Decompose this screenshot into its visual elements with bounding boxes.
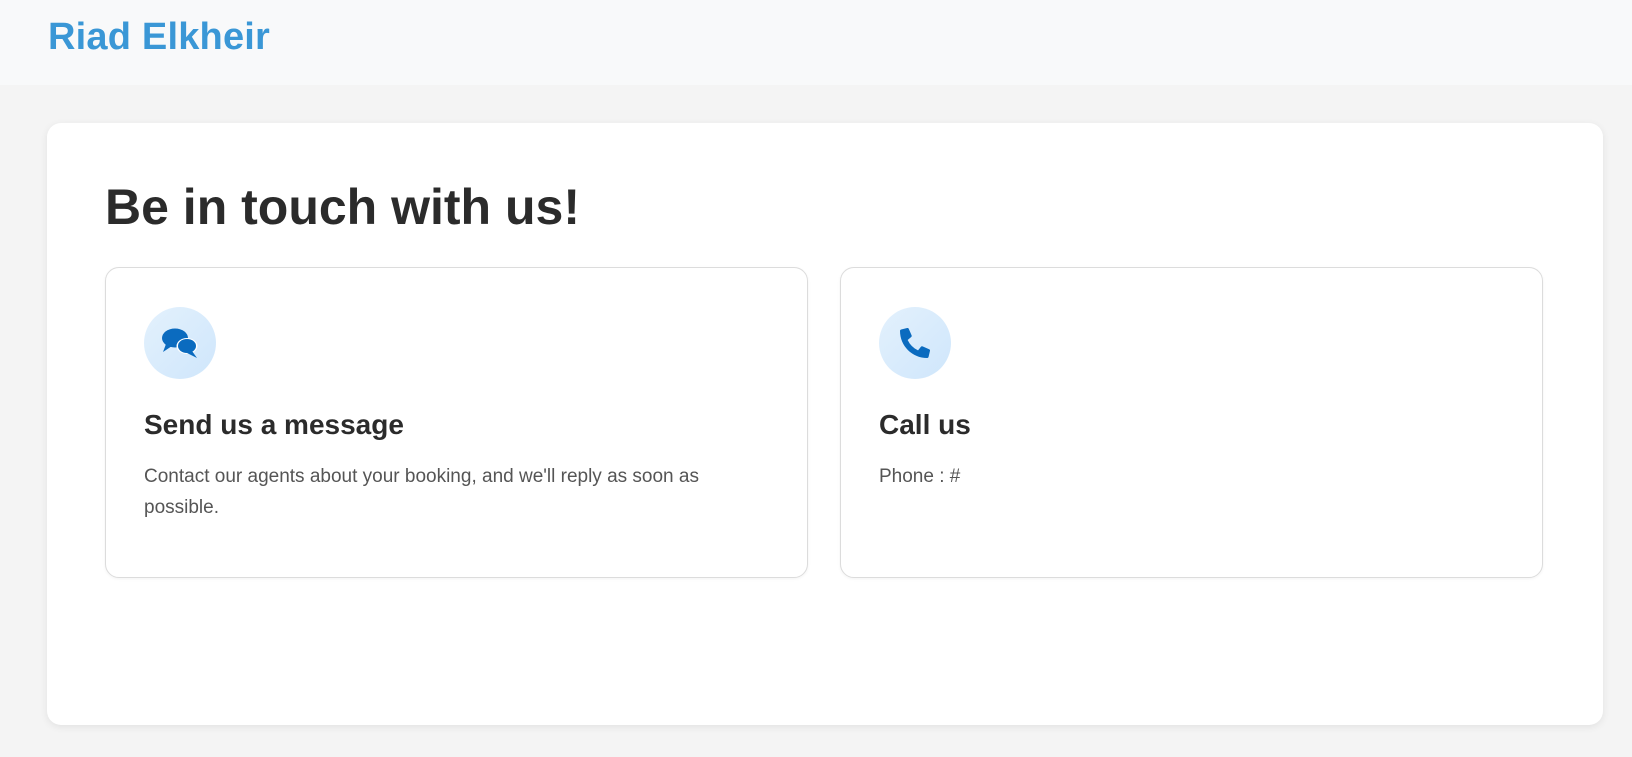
message-card-title: Send us a message	[144, 409, 404, 440]
chat-bubbles-icon	[144, 307, 216, 379]
brand-logo-link[interactable]: Riad Elkheir	[48, 16, 270, 58]
phone-number-text: Phone : #	[879, 466, 961, 487]
call-card: Call us Phone : #	[840, 267, 1543, 578]
message-card: Send us a message Contact our agents abo…	[105, 267, 808, 578]
message-card-text: Contact our agents about your booking, a…	[144, 466, 699, 518]
page-title: Be in touch with us!	[105, 179, 580, 235]
top-bar: Riad Elkheir	[0, 0, 1632, 85]
contact-section: Be in touch with us! Send us a message C…	[47, 123, 1603, 725]
call-card-title: Call us	[879, 409, 971, 440]
phone-icon	[879, 307, 951, 379]
